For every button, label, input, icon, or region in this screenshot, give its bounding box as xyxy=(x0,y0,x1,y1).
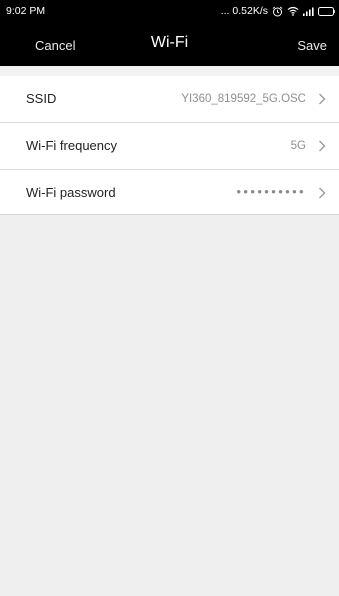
status-bar: 9:02 PM ... 0.52K/s xyxy=(0,0,339,22)
wifi-password-row[interactable]: Wi-Fi password •••••••••• xyxy=(0,169,339,216)
save-button[interactable]: Save xyxy=(297,38,327,53)
network-speed: ... 0.52K/s xyxy=(220,5,268,17)
wifi-password-value: •••••••••• xyxy=(236,184,306,199)
wifi-icon xyxy=(287,6,299,16)
status-icons: ... 0.52K/s xyxy=(221,4,335,18)
ssid-value: YI360_819592_5G.OSC xyxy=(181,93,306,105)
settings-list: SSID YI360_819592_5G.OSC Wi-Fi frequency… xyxy=(0,76,339,216)
wifi-frequency-value: 5G xyxy=(290,140,306,152)
signal-icon xyxy=(303,7,314,16)
wifi-password-label: Wi-Fi password xyxy=(26,185,116,200)
wifi-settings-screen: 9:02 PM ... 0.52K/s Cancel Wi-Fi Save SS… xyxy=(0,0,339,596)
ssid-label: SSID xyxy=(26,91,57,106)
battery-icon xyxy=(318,6,335,16)
nav-bar: Cancel Wi-Fi Save xyxy=(0,22,339,66)
section-spacer xyxy=(0,66,339,76)
wifi-frequency-label: Wi-Fi frequency xyxy=(26,138,118,153)
chevron-right-icon xyxy=(319,93,326,105)
chevron-right-icon xyxy=(319,140,326,152)
chevron-right-icon xyxy=(319,187,326,199)
status-time: 9:02 PM xyxy=(6,5,46,17)
cancel-button[interactable]: Cancel xyxy=(35,38,75,53)
empty-content-area xyxy=(0,215,339,596)
ssid-row[interactable]: SSID YI360_819592_5G.OSC xyxy=(0,76,339,122)
wifi-frequency-row[interactable]: Wi-Fi frequency 5G xyxy=(0,122,339,169)
alarm-icon xyxy=(272,6,283,17)
